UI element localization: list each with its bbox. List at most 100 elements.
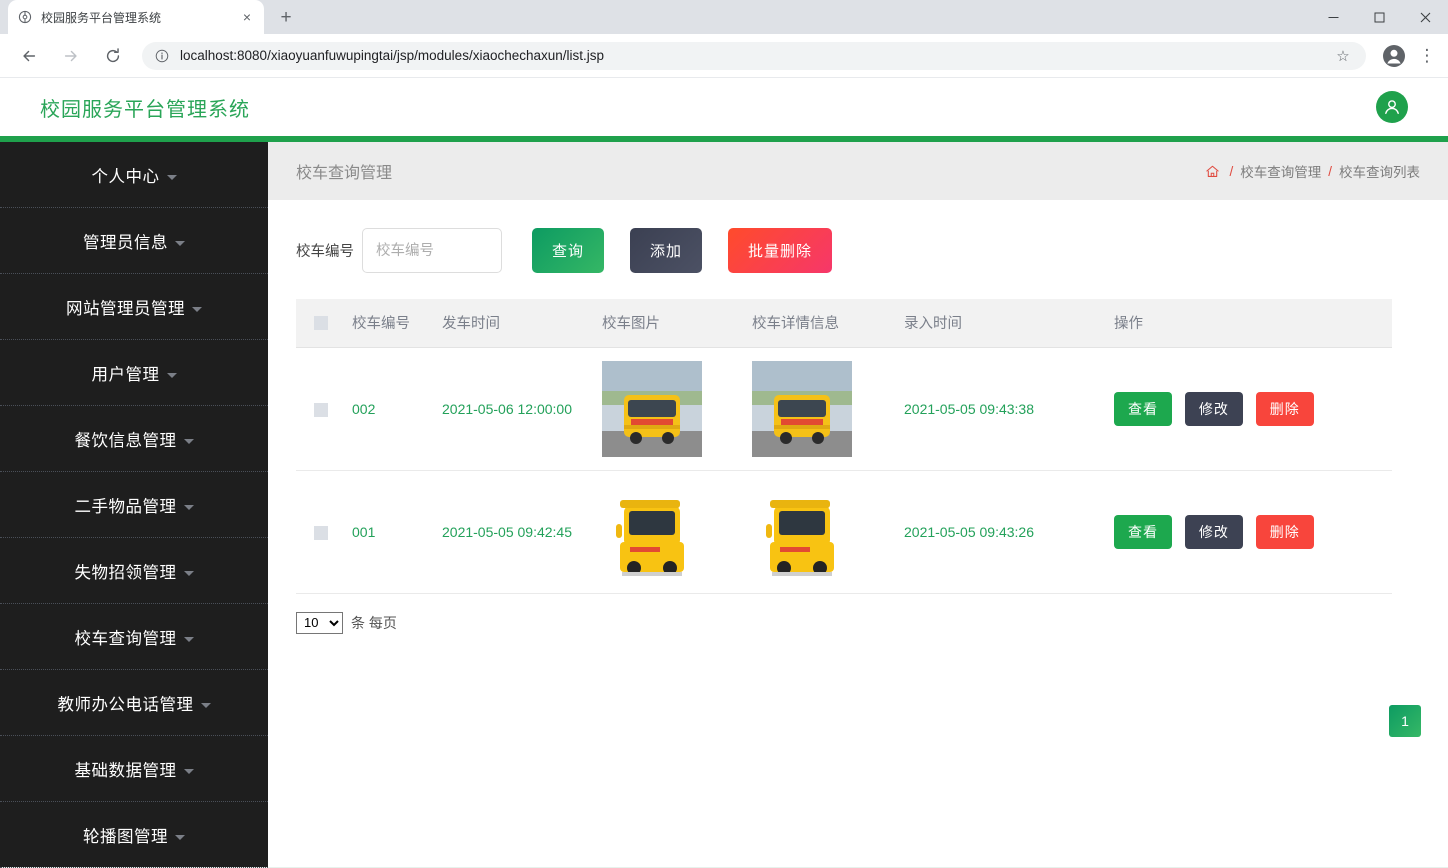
site-info-icon[interactable] <box>154 48 170 64</box>
select-all-header <box>296 299 352 348</box>
browser-tab[interactable]: 校园服务平台管理系统 × <box>8 0 264 34</box>
table-row: 002 2021-05-06 12:00:00 2021-05-05 09:43… <box>296 347 1392 471</box>
sidebar-item-label: 失物招领管理 <box>74 563 177 582</box>
sidebar-item-guanliyuan-xinxi[interactable]: 管理员信息 <box>0 208 268 274</box>
cell-record-time: 2021-05-05 09:43:26 <box>904 470 1114 594</box>
search-input[interactable] <box>362 228 502 273</box>
delete-button[interactable]: 删除 <box>1255 514 1314 549</box>
sidebar-item-jichu-shuju[interactable]: 基础数据管理 <box>0 736 268 802</box>
content-panel: 校车编号 查询 添加 批量删除 校车编号 <box>268 200 1448 634</box>
edit-button[interactable]: 修改 <box>1184 514 1243 549</box>
pagination: 1 <box>1389 705 1421 737</box>
bookmark-star-icon[interactable]: ☆ <box>1332 45 1354 67</box>
page-viewport: 校园服务平台管理系统 个人中心 管理员信息 网站管理员管理 用户管理 餐饮信息管… <box>0 78 1448 868</box>
row-checkbox[interactable] <box>314 525 328 540</box>
column-header-bus-image: 校车图片 <box>602 299 752 348</box>
sidebar-item-label: 网站管理员管理 <box>66 299 185 318</box>
forward-icon[interactable] <box>55 40 87 72</box>
cell-bus-no: 002 <box>352 347 442 471</box>
cell-bus-image <box>602 347 752 471</box>
column-header-actions: 操作 <box>1114 299 1392 348</box>
browser-menu-icon[interactable]: ⋮ <box>1414 42 1440 70</box>
column-header-depart-time: 发车时间 <box>442 299 602 348</box>
breadcrumb-level1[interactable]: 校车查询管理 <box>1240 161 1321 181</box>
view-button[interactable]: 查看 <box>1114 514 1172 549</box>
cell-actions: 查看 修改 删除 <box>1114 347 1392 471</box>
sidebar-item-label: 二手物品管理 <box>74 497 177 516</box>
column-header-bus-no: 校车编号 <box>352 299 442 348</box>
page-size-select[interactable]: 10 20 50 100 <box>296 611 343 634</box>
select-all-checkbox[interactable] <box>314 315 328 330</box>
page-title: 校园服务平台管理系统 <box>40 98 250 121</box>
view-button[interactable]: 查看 <box>1114 391 1172 426</box>
browser-toolbar: localhost:8080/xiaoyuanfuwupingtai/jsp/m… <box>0 34 1448 78</box>
reload-icon[interactable] <box>97 40 129 72</box>
chevron-down-icon <box>166 174 177 180</box>
search-toolbar: 校车编号 查询 添加 批量删除 <box>296 200 1420 299</box>
school-bus-photo[interactable] <box>602 360 702 457</box>
cell-depart-time: 2021-05-05 09:42:45 <box>442 470 602 594</box>
sidebar-item-label: 个人中心 <box>91 167 160 186</box>
sidebar-item-geren-zhongxin[interactable]: 个人中心 <box>0 142 268 208</box>
sidebar-item-label: 用户管理 <box>91 365 160 384</box>
minimize-icon[interactable] <box>1310 0 1356 34</box>
sidebar-item-canyin-xinxi[interactable]: 餐饮信息管理 <box>0 406 268 472</box>
sidebar-item-shiwu-zhaoling[interactable]: 失物招领管理 <box>0 538 268 604</box>
sidebar-item-label: 校车查询管理 <box>74 629 177 648</box>
sidebar-item-yonghu-guanli[interactable]: 用户管理 <box>0 340 268 406</box>
edit-button[interactable]: 修改 <box>1184 391 1243 426</box>
delete-button[interactable]: 删除 <box>1255 391 1314 426</box>
sidebar-item-jiaoshi-dianhua[interactable]: 教师办公电话管理 <box>0 670 268 736</box>
school-bus-photo[interactable] <box>602 483 702 580</box>
sidebar-item-xiaoche-chaxun[interactable]: 校车查询管理 <box>0 604 268 670</box>
cell-actions: 查看 修改 删除 <box>1114 470 1392 594</box>
chevron-down-icon <box>175 240 185 246</box>
back-icon[interactable] <box>13 40 45 72</box>
close-icon[interactable]: × <box>239 9 255 25</box>
breadcrumb: / 校车查询管理 / 校车查询列表 <box>1205 161 1420 181</box>
query-button[interactable]: 查询 <box>532 228 605 273</box>
globe-icon <box>17 9 33 25</box>
school-bus-photo[interactable] <box>752 483 852 580</box>
user-avatar-icon[interactable] <box>1376 91 1408 123</box>
cell-record-time: 2021-05-05 09:43:38 <box>904 347 1114 471</box>
per-page-label: 条 每页 <box>351 614 397 631</box>
cell-bus-no: 001 <box>352 470 442 594</box>
sidebar-item-label: 基础数据管理 <box>74 761 177 780</box>
chevron-down-icon <box>183 438 194 444</box>
maximize-icon[interactable] <box>1356 0 1402 34</box>
search-label: 校车编号 <box>296 244 354 260</box>
close-window-icon[interactable] <box>1402 0 1448 34</box>
browser-window: 校园服务平台管理系统 × + localhost:8080/xiaoyuanfu… <box>0 0 1448 868</box>
profile-avatar-icon[interactable] <box>1380 42 1408 70</box>
new-tab-button[interactable]: + <box>272 3 300 31</box>
school-bus-table: 校车编号 发车时间 校车图片 校车详情信息 录入时间 操作 002 2021-0… <box>296 299 1392 594</box>
home-icon[interactable] <box>1205 164 1220 179</box>
row-checkbox[interactable] <box>314 402 328 417</box>
chevron-down-icon <box>192 306 202 312</box>
school-bus-photo[interactable] <box>752 360 852 457</box>
chevron-down-icon <box>175 834 185 840</box>
browser-tab-title: 校园服务平台管理系统 <box>41 10 162 25</box>
chevron-down-icon <box>166 372 177 378</box>
breadcrumb-level2: 校车查询列表 <box>1339 165 1420 180</box>
table-header-row: 校车编号 发车时间 校车图片 校车详情信息 录入时间 操作 <box>296 299 1392 348</box>
batch-delete-button[interactable]: 批量删除 <box>728 228 833 273</box>
address-bar[interactable]: localhost:8080/xiaoyuanfuwupingtai/jsp/m… <box>142 41 1366 70</box>
table-body: 002 2021-05-06 12:00:00 2021-05-05 09:43… <box>296 347 1392 594</box>
address-bar-url: localhost:8080/xiaoyuanfuwupingtai/jsp/m… <box>180 48 605 63</box>
content-title: 校车查询管理 <box>296 165 393 182</box>
chevron-down-icon <box>183 570 194 576</box>
add-button[interactable]: 添加 <box>630 228 703 273</box>
sidebar-item-label: 餐饮信息管理 <box>74 431 177 450</box>
cell-bus-image <box>602 470 752 594</box>
sidebar-item-ershou-wupin[interactable]: 二手物品管理 <box>0 472 268 538</box>
row-select-cell <box>296 347 352 471</box>
sidebar-item-lunbotu[interactable]: 轮播图管理 <box>0 802 268 868</box>
sidebar: 个人中心 管理员信息 网站管理员管理 用户管理 餐饮信息管理 二手物品管理 失物… <box>0 142 268 868</box>
column-header-record-time: 录入时间 <box>904 299 1114 348</box>
page-number-button[interactable]: 1 <box>1389 705 1421 737</box>
sidebar-item-wangzhan-guanliyuan[interactable]: 网站管理员管理 <box>0 274 268 340</box>
page-body: 个人中心 管理员信息 网站管理员管理 用户管理 餐饮信息管理 二手物品管理 失物… <box>0 142 1448 868</box>
cell-depart-time: 2021-05-06 12:00:00 <box>442 347 602 471</box>
